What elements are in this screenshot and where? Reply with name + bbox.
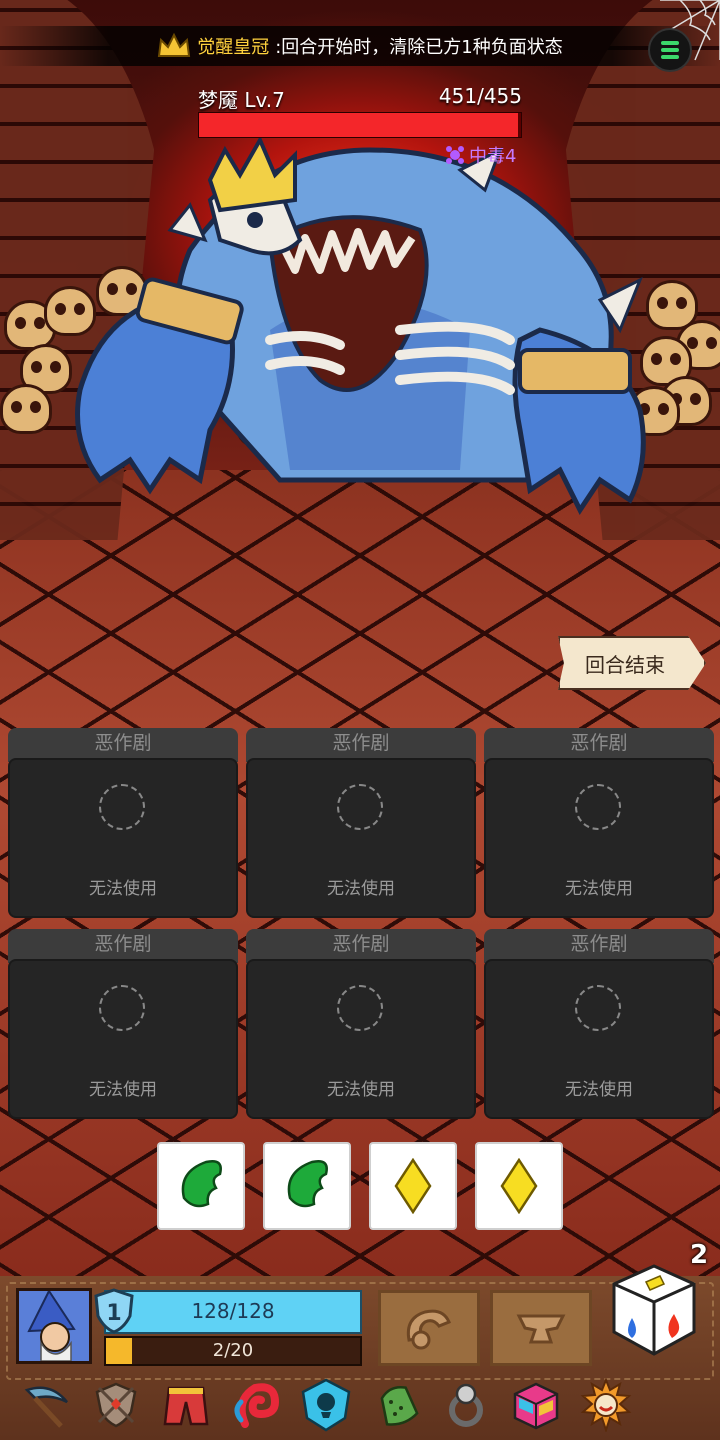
poison-icon (446, 146, 464, 164)
shield-level: 1 (106, 1301, 121, 1326)
anvil-icon (516, 1314, 566, 1344)
card-slot-body: 无法使用 (484, 758, 714, 918)
relic-name: 觉醒皇冠 (197, 37, 270, 58)
empty-dice-socket-icon (99, 985, 145, 1031)
card-slot-body: 无法使用 (484, 959, 714, 1119)
relic-bar (18, 1376, 718, 1438)
card-slot[interactable]: 恶作剧 无法使用 (484, 929, 714, 1121)
relic-slot[interactable] (298, 1376, 354, 1434)
scythe-icon (24, 1386, 68, 1428)
card-slot-title: 恶作剧 (8, 929, 238, 963)
empty-dice-socket-icon (575, 784, 621, 830)
relic-slot[interactable] (228, 1376, 284, 1434)
shield-level-icon: 1 (94, 1288, 134, 1334)
shield-sword-icon (95, 1382, 137, 1428)
diamond-icon (394, 1158, 432, 1214)
card-slot[interactable]: 恶作剧 无法使用 (484, 728, 714, 920)
card-slot[interactable]: 恶作剧 无法使用 (246, 929, 476, 1121)
wizard-portrait-icon (19, 1291, 89, 1361)
card-slot-note: 无法使用 (89, 879, 157, 899)
empty-dice-socket-icon (337, 784, 383, 830)
player-xp-text: 2/20 (212, 1340, 254, 1361)
leaf-icon (287, 1160, 328, 1208)
player-hp-text: 128/128 (191, 1299, 275, 1323)
crown-icon (158, 32, 191, 57)
card-slot-note: 无法使用 (89, 1080, 157, 1100)
relic-slot[interactable] (438, 1376, 494, 1434)
menu-bar-icon (661, 41, 679, 45)
dice-leaf[interactable] (157, 1142, 245, 1230)
red-swirl-icon (234, 1383, 280, 1428)
card-slot-note: 无法使用 (565, 1080, 633, 1100)
menu-button[interactable] (648, 28, 692, 72)
dice-leaf[interactable] (263, 1142, 351, 1230)
card-slot-grid: 恶作剧 无法使用 恶作剧 无法使用 恶作剧 无法使用 恶作剧 无法使用 恶作剧 … (8, 728, 714, 1123)
green-cactus-icon (380, 1385, 419, 1426)
relic-slot[interactable] (158, 1376, 214, 1434)
diamond-icon (500, 1158, 538, 1214)
relic-slot[interactable] (368, 1376, 424, 1434)
relic-description: :回合开始时，清除已方1种负面状态 (275, 37, 563, 58)
card-slot[interactable]: 恶作剧 无法使用 (8, 929, 238, 1121)
enemy-hp-bar (198, 112, 522, 138)
dice-diamond[interactable] (369, 1142, 457, 1230)
empty-dice-socket-icon (337, 985, 383, 1031)
skill-horn-button[interactable] (378, 1290, 480, 1366)
card-slot-body: 无法使用 (8, 758, 238, 918)
status-poison-label: 中毒4 (469, 146, 517, 167)
horn-icon (406, 1309, 451, 1350)
card-slot-note: 无法使用 (327, 879, 395, 899)
card-slot[interactable]: 恶作剧 无法使用 (246, 728, 476, 920)
dice-diamond[interactable] (475, 1142, 563, 1230)
menu-bar-icon (661, 48, 679, 52)
card-slot-title: 恶作剧 (484, 929, 714, 963)
relic-banner: 觉醒皇冠 :回合开始时，清除已方1种负面状态 (0, 26, 720, 66)
card-slot-title: 恶作剧 (8, 728, 238, 762)
red-pants-icon (163, 1386, 209, 1426)
relic-slot[interactable] (88, 1376, 144, 1434)
end-turn-label: 回合结束 (585, 652, 665, 677)
relic-slot[interactable] (508, 1376, 564, 1434)
card-slot-title: 恶作剧 (246, 728, 476, 762)
card-slot-body: 无法使用 (246, 959, 476, 1119)
blue-skull-gem-icon (301, 1378, 351, 1432)
menu-bar-icon (661, 55, 679, 59)
relic-slot[interactable] (18, 1376, 74, 1434)
rainbow-cube-icon (513, 1382, 559, 1430)
sun-mask-icon (580, 1378, 632, 1432)
card-slot-note: 无法使用 (327, 1080, 395, 1100)
enemy-hp-text: 451/455 (438, 84, 522, 108)
empty-dice-socket-icon (99, 784, 145, 830)
skill-anvil-button[interactable] (490, 1290, 592, 1366)
status-poison[interactable]: 中毒4 (444, 142, 516, 168)
card-slot-title: 恶作剧 (246, 929, 476, 963)
card-slot-note: 无法使用 (565, 879, 633, 899)
empty-dice-socket-icon (575, 985, 621, 1031)
end-turn-button[interactable]: 回合结束 (558, 636, 706, 690)
enemy-hp-fill (199, 113, 519, 137)
roll-dice-button[interactable] (610, 1262, 698, 1358)
nightmare-monster[interactable] (40, 130, 680, 530)
card-slot-title: 恶作剧 (484, 728, 714, 762)
leaf-icon (181, 1160, 222, 1208)
player-avatar[interactable] (16, 1288, 92, 1364)
ring-icon (449, 1383, 483, 1427)
relic-slot[interactable] (578, 1376, 634, 1434)
card-slot-body: 无法使用 (8, 959, 238, 1119)
card-slot-body: 无法使用 (246, 758, 476, 918)
enemy-name: 梦魇 Lv.7 (198, 88, 285, 112)
card-slot[interactable]: 恶作剧 无法使用 (8, 728, 238, 920)
